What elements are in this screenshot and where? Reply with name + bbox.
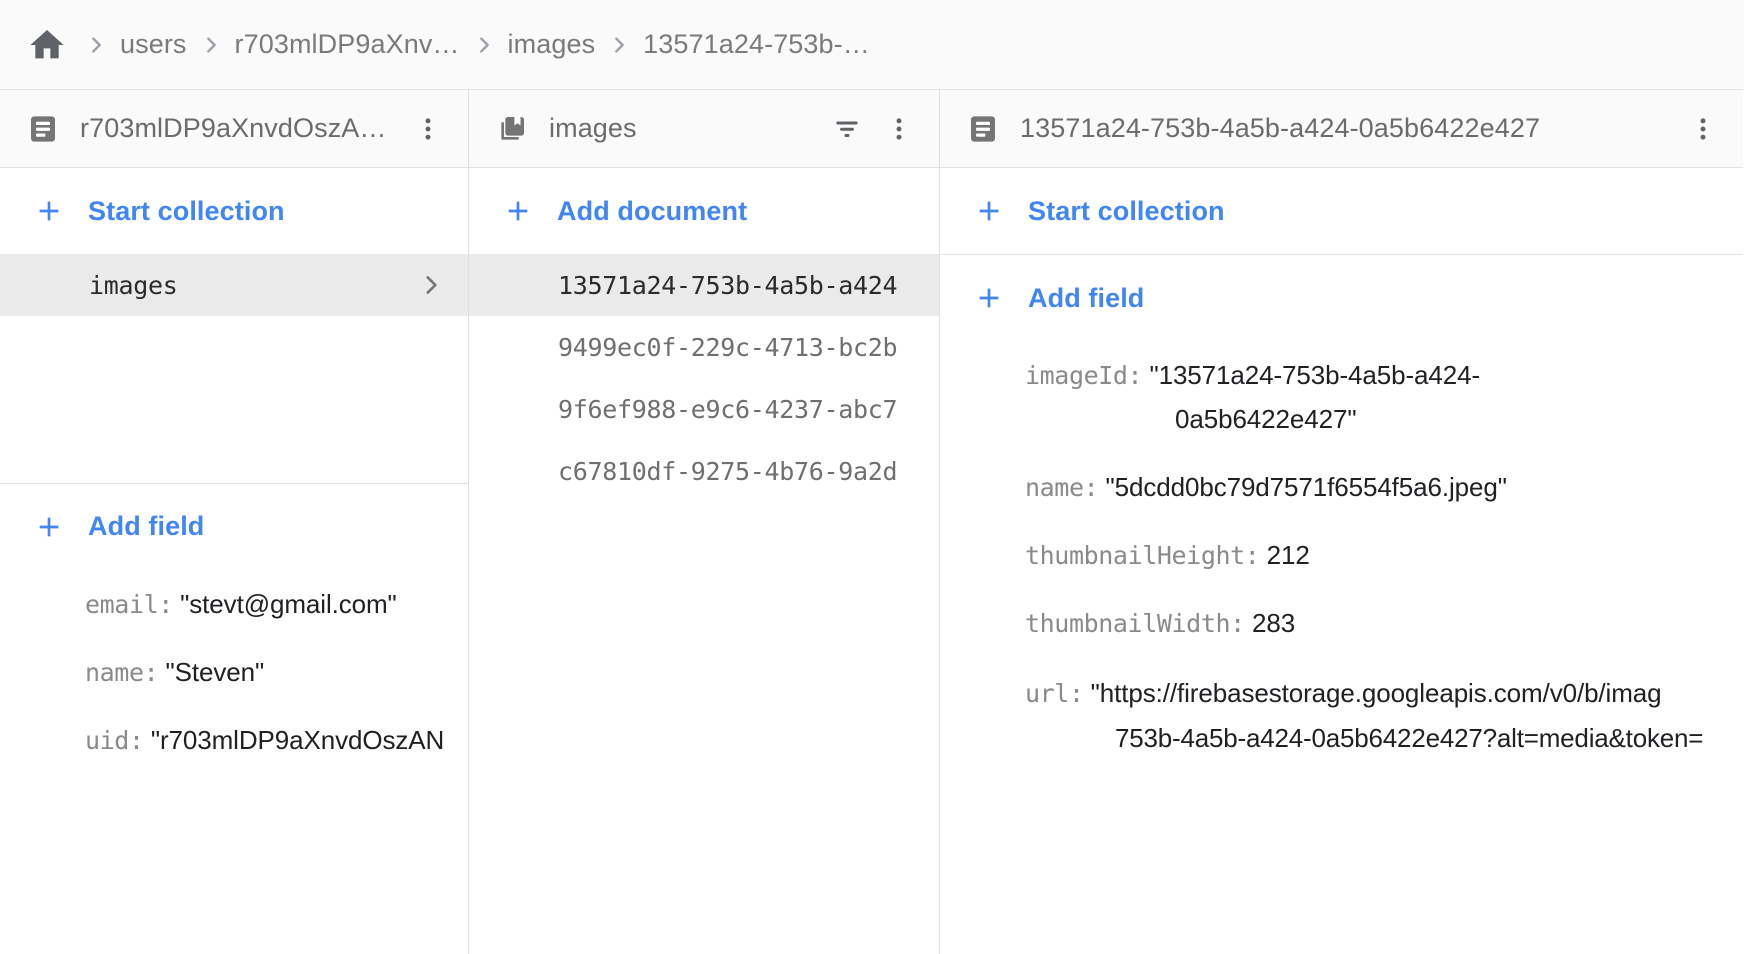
list-item[interactable]: 9f6ef988-e9c6-4237-abc7: [469, 378, 939, 440]
plus-icon: [972, 194, 1006, 228]
breadcrumb-separator-1-icon: [74, 34, 118, 56]
field-value: "13571a24-753b-4a5b-a424-: [1149, 360, 1481, 390]
field-row-thumbnailwidth[interactable]: thumbnailWidth: 283: [940, 603, 1743, 644]
field-value-continued: 0a5b6422e427": [1175, 404, 1357, 434]
field-url-line-1: url: "https://firebasestorage.googleapis…: [1025, 671, 1743, 716]
breadcrumb-item-user-doc[interactable]: r703mlDP9aXnv…: [233, 27, 462, 62]
breadcrumb-separator-3-icon: [462, 34, 506, 56]
breadcrumb-separator-4-icon: [597, 34, 641, 56]
field-key: thumbnailHeight:: [1025, 541, 1260, 570]
field-key: name:: [1025, 473, 1099, 502]
field-row-thumbnailheight[interactable]: thumbnailHeight: 212: [940, 535, 1743, 576]
list-item[interactable]: 13571a24-753b-4a5b-a424: [469, 254, 939, 316]
field-value: 212: [1266, 540, 1310, 570]
add-field-label: Add field: [1028, 282, 1145, 313]
collection-panel-title: images: [549, 113, 637, 143]
collection-panel-spacer: [469, 502, 939, 954]
start-collection-label: Start collection: [88, 195, 285, 226]
field-row-name[interactable]: name: "Steven": [0, 652, 468, 693]
field-panel-header: 13571a24-753b-4a5b-a424-0a5b6422e427: [940, 90, 1743, 168]
add-field-button[interactable]: Add field: [940, 255, 1743, 341]
more-vert-icon[interactable]: [881, 109, 917, 149]
document-id: 9f6ef988-e9c6-4237-abc7: [558, 394, 898, 424]
field-key: imageId:: [1025, 361, 1143, 390]
plus-icon: [32, 194, 66, 228]
breadcrumb-item-users[interactable]: users: [118, 27, 189, 62]
plus-icon: [501, 194, 535, 228]
document-id: 9499ec0f-229c-4713-bc2b: [558, 332, 898, 362]
chevron-right-icon: [416, 270, 446, 300]
add-document-button[interactable]: Add document: [469, 168, 939, 254]
firestore-data-browser: users r703mlDP9aXnv… images 13571a24-753…: [0, 0, 1744, 954]
field-row-name[interactable]: name: "5dcdd0bc79d7571f6554f5a6.jpeg": [940, 467, 1743, 508]
field-key: uid:: [85, 725, 144, 755]
field-key: email:: [85, 589, 173, 619]
list-item[interactable]: 9499ec0f-229c-4713-bc2b: [469, 316, 939, 378]
start-collection-label: Start collection: [1028, 195, 1225, 226]
document-panel-title: r703mlDP9aXnvdOszA…: [80, 113, 387, 143]
document-id: 13571a24-753b-4a5b-a424: [558, 270, 898, 300]
field-row-email[interactable]: email: "stevt@gmail.com": [0, 584, 468, 625]
add-field-label: Add field: [88, 511, 205, 541]
field-value: "5dcdd0bc79d7571f6554f5a6.jpeg": [1105, 472, 1507, 502]
field-url-line-2: 753b-4a5b-a424-0a5b6422e427?alt=media&to…: [1115, 723, 1704, 753]
field-value: "Steven": [165, 656, 265, 687]
collection-list: images: [0, 254, 468, 316]
field-row-uid[interactable]: uid: "r703mlDP9aXnvdOszAN: [0, 720, 468, 761]
field-panel-actions: [1685, 109, 1721, 149]
field-panel: 13571a24-753b-4a5b-a424-0a5b6422e427 Sta…: [940, 90, 1743, 954]
field-value: 283: [1252, 608, 1296, 638]
more-vert-icon[interactable]: [410, 109, 446, 149]
list-item[interactable]: c67810df-9275-4b76-9a2d: [469, 440, 939, 502]
collection-panel-header: images: [469, 90, 939, 168]
document-panel-spacer: [0, 316, 468, 483]
list-item[interactable]: images: [0, 254, 468, 316]
document-panel-bottom-spacer: [0, 788, 468, 954]
field-panel-title: 13571a24-753b-4a5b-a424-0a5b6422e427: [1020, 113, 1541, 143]
field-row-url[interactable]: url: "https://firebasestorage.googleapis…: [940, 671, 1743, 760]
field-value: "r703mlDP9aXnvdOszAN: [150, 724, 445, 755]
collection-name: images: [89, 270, 178, 300]
document-field-list: email: "stevt@gmail.com" name: "Steven" …: [0, 570, 468, 788]
document-id: c67810df-9275-4b76-9a2d: [558, 456, 898, 486]
plus-icon: [972, 281, 1006, 315]
add-field-button[interactable]: Add field: [0, 484, 468, 570]
collection-panel-actions: [829, 109, 917, 149]
start-collection-button[interactable]: Start collection: [0, 168, 468, 254]
field-panel-spacer: [940, 787, 1743, 954]
start-collection-button[interactable]: Start collection: [940, 168, 1743, 254]
add-document-label: Add document: [557, 195, 748, 226]
field-key: name:: [85, 657, 159, 687]
field-row-imageid[interactable]: imageId: "13571a24-753b-4a5b-a424- 0a5b6…: [940, 355, 1743, 440]
collection-panel: images Add document 13571a24-753b-4a5b-a…: [469, 90, 940, 954]
document-panel-header: r703mlDP9aXnvdOszA…: [0, 90, 468, 168]
document-list: 13571a24-753b-4a5b-a424 9499ec0f-229c-47…: [469, 254, 939, 502]
collection-icon: [495, 112, 529, 146]
field-list: imageId: "13571a24-753b-4a5b-a424- 0a5b6…: [940, 341, 1743, 787]
field-key: thumbnailWidth:: [1025, 609, 1245, 638]
field-value: "stevt@gmail.com": [180, 588, 397, 619]
filter-icon[interactable]: [829, 109, 865, 149]
breadcrumb: users r703mlDP9aXnv… images 13571a24-753…: [0, 0, 1744, 90]
document-panel-actions: [410, 109, 446, 149]
more-vert-icon[interactable]: [1685, 109, 1721, 149]
home-icon[interactable]: [26, 24, 68, 66]
breadcrumb-item-images[interactable]: images: [506, 27, 598, 62]
field-key: url:: [1025, 679, 1084, 708]
document-icon: [966, 112, 1000, 146]
plus-icon: [32, 510, 66, 544]
document-panel: r703mlDP9aXnvdOszA… Start collection ima…: [0, 90, 469, 954]
breadcrumb-separator-2-icon: [189, 34, 233, 56]
breadcrumb-item-image-doc[interactable]: 13571a24-753b-…: [641, 27, 872, 62]
document-icon: [26, 112, 60, 146]
panel-container: r703mlDP9aXnvdOszA… Start collection ima…: [0, 90, 1744, 954]
field-value: "https://firebasestorage.googleapis.com/…: [1090, 678, 1662, 708]
